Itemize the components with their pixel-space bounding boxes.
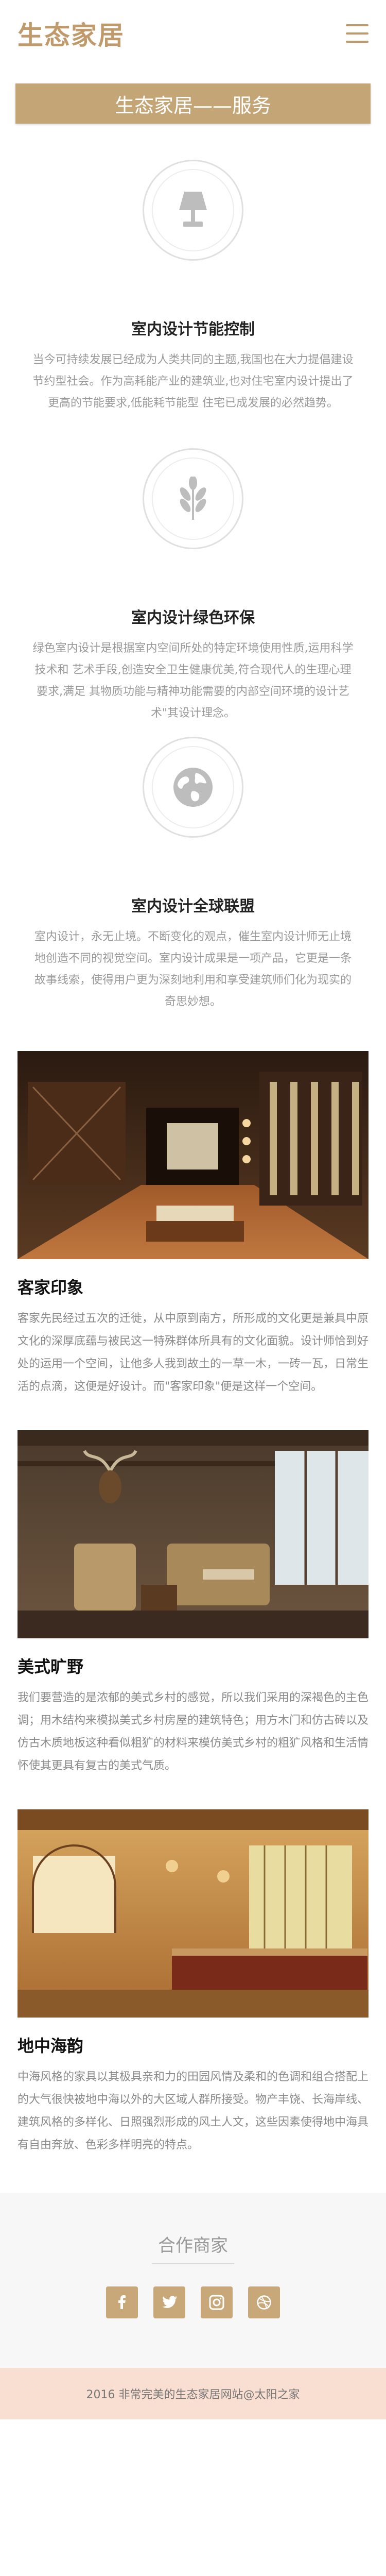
service-icon-circle[interactable]: [143, 737, 243, 838]
partners-title: 合作商家: [152, 2231, 234, 2264]
section-banner: 生态家居——服务: [15, 83, 371, 124]
social-links: [0, 2286, 386, 2318]
service-item: 室内设计绿色环保 绿色室内设计是根据室内空间所处的特定环境使用性质,运用科学技术…: [0, 448, 386, 737]
service-title: 室内设计全球联盟: [131, 897, 255, 916]
showcase-description: 客家先民经过五次的迁徙，从中原到南方，所形成的文化更是兼具中原文化的深厚底蕴与被…: [17, 1312, 369, 1393]
service-description: 绿色室内设计是根据室内空间所处的特定环境使用性质,运用科学技术和 艺术手段,创造…: [32, 642, 354, 720]
facebook-icon[interactable]: [106, 2286, 138, 2318]
hamburger-menu-icon[interactable]: [346, 24, 369, 43]
hakka-interior-image[interactable]: [17, 1051, 369, 1259]
service-title: 室内设计节能控制: [131, 320, 255, 338]
service-title: 室内设计绿色环保: [131, 609, 255, 627]
service-item: 室内设计节能控制 当今可持续发展已经成为人类共同的主题,我国也在大力提倡建设节约…: [0, 160, 386, 448]
showcase-item: 美式旷野 我们要营造的是浓郁的美式乡村的感觉，所以我们采用的深褐色的主色调；用木…: [17, 1430, 369, 1777]
banner-title: 生态家居——服务: [114, 94, 271, 117]
showcase-item: 客家印象 客家先民经过五次的迁徙，从中原到南方，所形成的文化更是兼具中原文化的深…: [17, 1051, 369, 1398]
showcase-title: 美式旷野: [17, 1657, 84, 1676]
instagram-icon[interactable]: [201, 2286, 233, 2318]
site-logo[interactable]: 生态家居: [17, 15, 125, 52]
service-icon-circle[interactable]: [143, 160, 243, 261]
globe-icon: [173, 768, 213, 807]
service-description: 当今可持续发展已经成为人类共同的主题,我国也在大力提倡建设节约型社会。作为高耗能…: [32, 353, 354, 410]
showcase-description: 我们要营造的是浓郁的美式乡村的感觉，所以我们采用的深褐色的主色调；用木结构来模拟…: [17, 1691, 369, 1772]
services-section: 室内设计节能控制 当今可持续发展已经成为人类共同的主题,我国也在大力提倡建设节约…: [0, 124, 386, 1025]
site-footer: 2016 非常完美的生态家居网站@太阳之家: [0, 2368, 386, 2419]
twitter-icon[interactable]: [153, 2286, 185, 2318]
american-wild-image[interactable]: [17, 1430, 369, 1638]
showcase-description: 中海风格的家具以其极具亲和力的田园风情及柔和的色调和组合搭配上的大气很快被地中海…: [17, 2071, 369, 2151]
service-item: 室内设计全球联盟 室内设计，永无止境。不断变化的观点，催生室内设计师无止境地创造…: [0, 737, 386, 1025]
footer-copyright: 2016 非常完美的生态家居网站@太阳之家: [86, 2388, 300, 2401]
mediterranean-image[interactable]: [17, 1809, 369, 2018]
menu-line: [346, 24, 369, 26]
lamp-icon: [179, 192, 207, 227]
site-header: 生态家居: [0, 0, 386, 67]
showcase-title: 地中海韵: [17, 2036, 84, 2056]
service-icon-circle[interactable]: [143, 448, 243, 549]
showcase-item: 地中海韵 中海风格的家具以其极具亲和力的田园风情及柔和的色调和组合搭配上的大气很…: [17, 1809, 369, 2157]
showcase-title: 客家印象: [17, 1278, 84, 1297]
menu-line: [346, 32, 369, 35]
service-description: 室内设计，永无止境。不断变化的观点，催生室内设计师无止境地创造不同的视觉空间。室…: [34, 930, 352, 1008]
partners-section: 合作商家: [0, 2193, 386, 2368]
leaf-icon: [180, 477, 206, 520]
dribbble-icon[interactable]: [248, 2286, 280, 2318]
showcase-section: 客家印象 客家先民经过五次的迁徙，从中原到南方，所形成的文化更是兼具中原文化的深…: [0, 1051, 386, 2157]
menu-line: [346, 41, 369, 43]
